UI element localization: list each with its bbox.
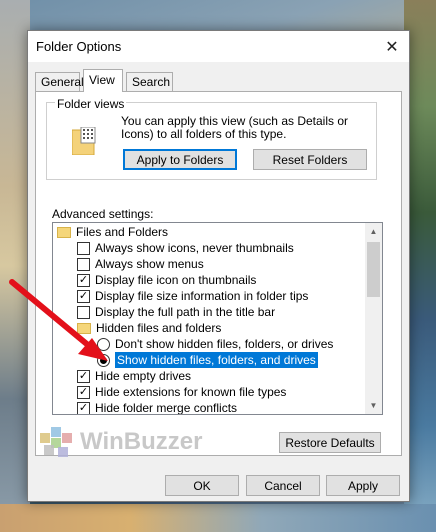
setting-always-show-menus[interactable]: Always show menus bbox=[77, 256, 204, 272]
checkbox[interactable] bbox=[77, 241, 90, 255]
winbuzzer-watermark: WinBuzzer bbox=[38, 425, 202, 459]
setting-hide-extensions[interactable]: ✓ Hide extensions for known file types bbox=[77, 384, 286, 400]
ok-button[interactable]: OK bbox=[165, 475, 239, 496]
setting-label: Display file icon on thumbnails bbox=[95, 273, 257, 287]
setting-label: Always show menus bbox=[95, 257, 204, 271]
setting-label: Don't show hidden files, folders, or dri… bbox=[115, 337, 334, 351]
scroll-up-icon[interactable]: ▲ bbox=[365, 223, 382, 240]
tab-view[interactable]: View bbox=[83, 69, 123, 92]
setting-display-file-icon[interactable]: ✓ Display file icon on thumbnails bbox=[77, 272, 256, 288]
tree-item-label: Files and Folders bbox=[76, 225, 169, 239]
folder-views-label: Folder views bbox=[55, 97, 127, 111]
tree-item-files-and-folders: Files and Folders bbox=[57, 224, 168, 240]
reset-folders-button[interactable]: Reset Folders bbox=[253, 149, 367, 170]
checkbox[interactable] bbox=[77, 257, 90, 271]
radio-button-selected[interactable] bbox=[97, 353, 110, 367]
setting-display-file-size[interactable]: ✓ Display file size information in folde… bbox=[77, 288, 308, 304]
tree-item-hidden-files: Hidden files and folders bbox=[77, 320, 221, 336]
tree-item-label: Hidden files and folders bbox=[96, 321, 222, 335]
checkbox-checked[interactable]: ✓ bbox=[77, 401, 90, 414]
checkbox-checked[interactable]: ✓ bbox=[77, 369, 90, 383]
desktop-background-left bbox=[0, 0, 30, 532]
folder-views-icon bbox=[72, 127, 96, 155]
vertical-scrollbar[interactable]: ▲ ▼ bbox=[365, 223, 382, 414]
winbuzzer-logo-icon bbox=[40, 427, 72, 457]
setting-always-show-icons[interactable]: Always show icons, never thumbnails bbox=[77, 240, 294, 256]
window-title: Folder Options bbox=[36, 39, 122, 54]
setting-display-full-path[interactable]: Display the full path in the title bar bbox=[77, 304, 275, 320]
radio-show-hidden[interactable]: Show hidden files, folders, and drives bbox=[97, 352, 318, 368]
scroll-down-icon[interactable]: ▼ bbox=[365, 397, 382, 414]
checkbox-checked[interactable]: ✓ bbox=[77, 385, 90, 399]
checkbox-checked[interactable]: ✓ bbox=[77, 289, 90, 303]
checkbox[interactable] bbox=[77, 305, 90, 319]
radio-button[interactable] bbox=[97, 337, 110, 351]
title-bar[interactable]: Folder Options ✕ bbox=[28, 31, 409, 62]
setting-hide-merge-conflicts[interactable]: ✓ Hide folder merge conflicts bbox=[77, 400, 238, 415]
close-icon: ✕ bbox=[385, 38, 399, 56]
close-button[interactable]: ✕ bbox=[375, 31, 409, 62]
setting-label: Display file size information in folder … bbox=[95, 289, 309, 303]
setting-label: Hide folder merge conflicts bbox=[95, 401, 238, 415]
setting-label: Always show icons, never thumbnails bbox=[95, 241, 294, 255]
tab-search[interactable]: Search bbox=[126, 72, 173, 91]
apply-button[interactable]: Apply bbox=[326, 475, 400, 496]
folder-icon bbox=[57, 226, 71, 238]
scrollbar-thumb[interactable] bbox=[367, 242, 380, 297]
setting-label: Hide empty drives bbox=[95, 369, 192, 383]
setting-label: Display the full path in the title bar bbox=[95, 305, 276, 319]
advanced-settings-label: Advanced settings: bbox=[52, 207, 154, 221]
winbuzzer-logo-text: WinBuzzer bbox=[80, 428, 203, 455]
advanced-settings-list[interactable]: Files and Folders Always show icons, nev… bbox=[52, 222, 383, 415]
tab-general[interactable]: General bbox=[35, 72, 84, 91]
folder-views-description: You can apply this view (such as Details… bbox=[121, 114, 349, 141]
setting-label: Hide extensions for known file types bbox=[95, 385, 287, 399]
checkbox-checked[interactable]: ✓ bbox=[77, 273, 90, 287]
folder-icon bbox=[77, 322, 91, 334]
setting-hide-empty-drives[interactable]: ✓ Hide empty drives bbox=[77, 368, 191, 384]
cancel-button[interactable]: Cancel bbox=[246, 475, 320, 496]
setting-label-selected: Show hidden files, folders, and drives bbox=[115, 352, 318, 368]
apply-to-folders-button[interactable]: Apply to Folders bbox=[123, 149, 237, 170]
radio-dont-show-hidden[interactable]: Don't show hidden files, folders, or dri… bbox=[97, 336, 333, 352]
desktop-background-bottom bbox=[0, 504, 436, 532]
restore-defaults-button[interactable]: Restore Defaults bbox=[279, 432, 381, 453]
